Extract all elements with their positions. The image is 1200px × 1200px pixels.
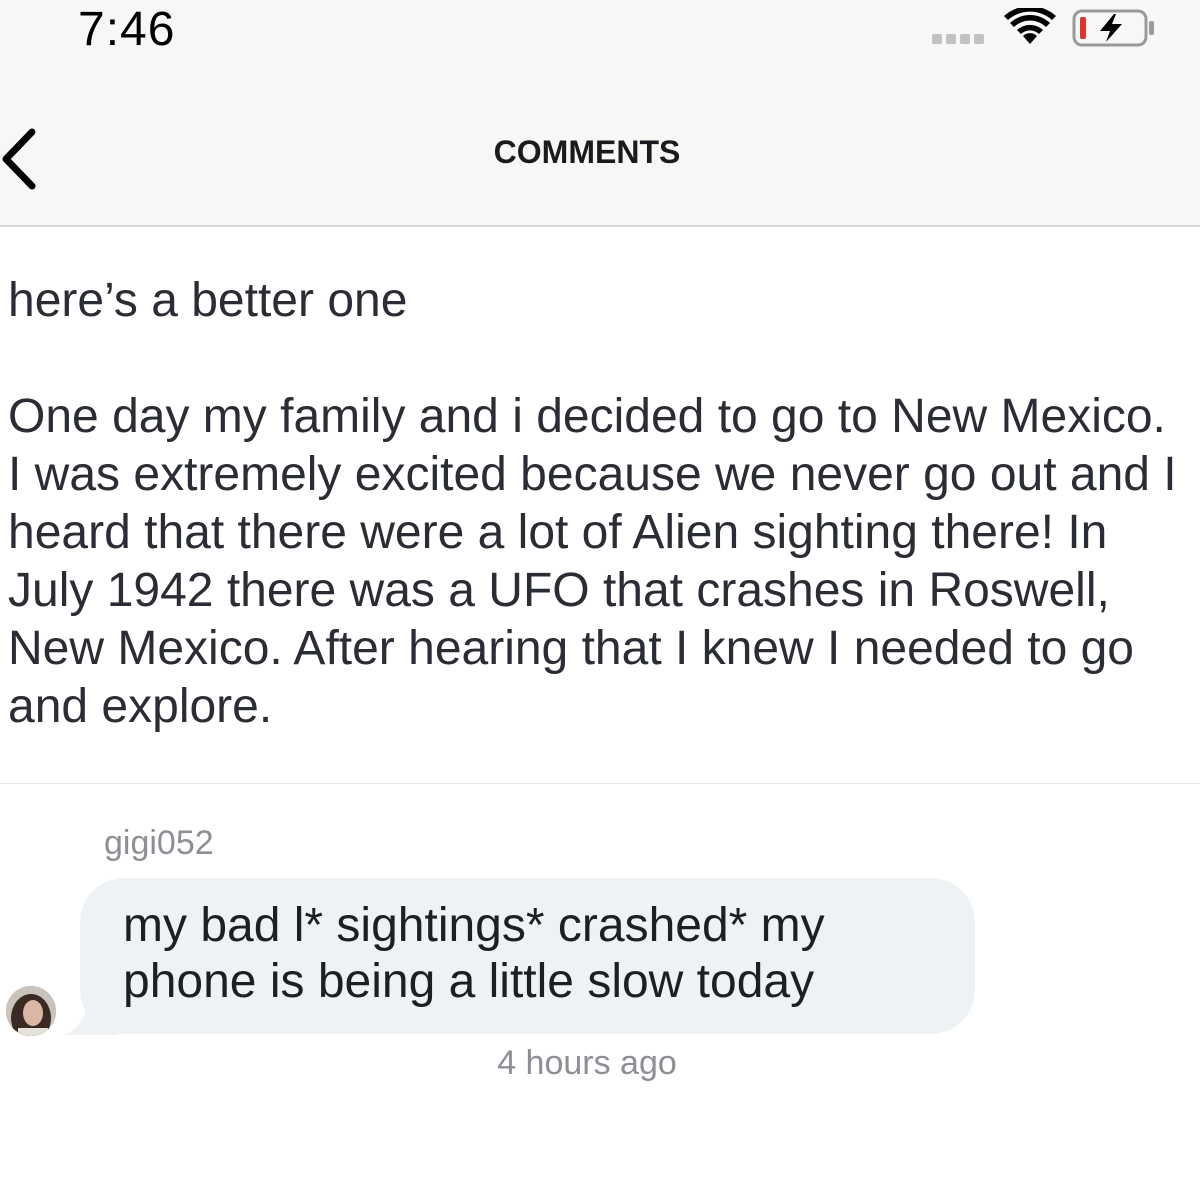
page-title: COMMENTS xyxy=(493,134,681,170)
comment-username[interactable]: gigi052 xyxy=(104,824,214,863)
user-avatar-icon xyxy=(6,986,56,1036)
status-time: 7:46 xyxy=(78,3,176,56)
avatar[interactable] xyxy=(6,986,56,1036)
comment-timestamp: 4 hours ago xyxy=(497,1044,677,1082)
comment-bubble: my bad l* sightings* crashed* my phone i… xyxy=(80,878,975,1034)
divider xyxy=(0,783,1200,784)
top-bar: 7:46 COMMENTS xyxy=(0,0,1200,227)
post-body: here’s a better one One day my family an… xyxy=(8,274,1177,733)
battery-charging-icon xyxy=(1072,9,1154,47)
cellular-signal-icon xyxy=(932,34,984,44)
wifi-icon xyxy=(1004,8,1056,44)
comment-text: my bad l* sightings* crashed* my phone i… xyxy=(123,899,825,1008)
